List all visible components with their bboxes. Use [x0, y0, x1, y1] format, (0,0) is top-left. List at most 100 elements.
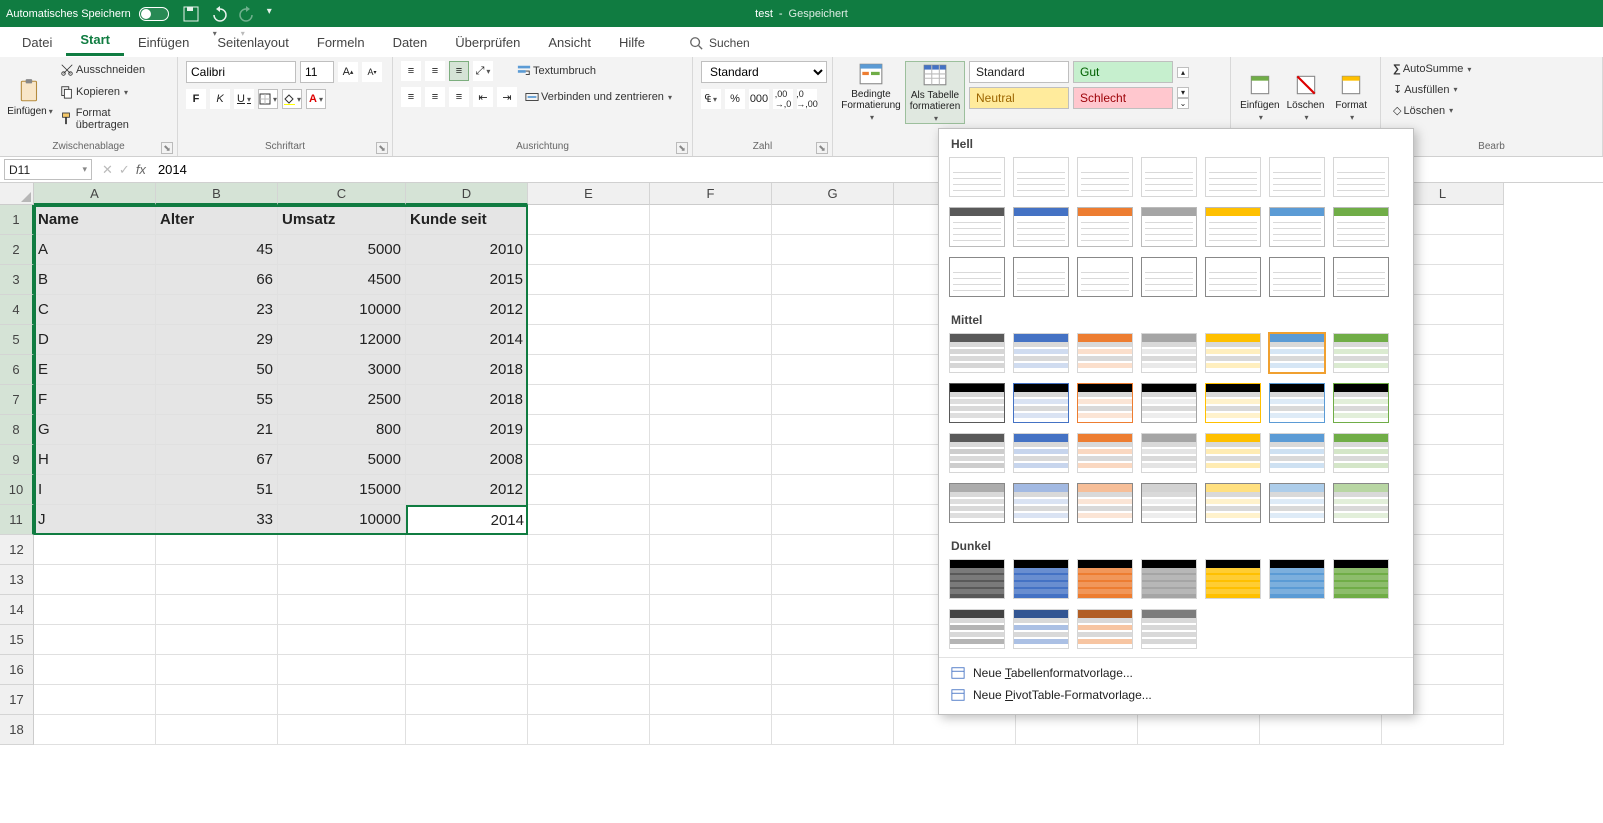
- table-style-thumb[interactable]: [1269, 157, 1325, 197]
- table-style-thumb[interactable]: [1077, 483, 1133, 523]
- tab-hilfe[interactable]: Hilfe: [605, 29, 659, 56]
- cell[interactable]: [772, 535, 894, 565]
- table-style-thumb[interactable]: [1333, 257, 1389, 297]
- conditional-formatting-button[interactable]: Bedingte Formatierung: [841, 61, 901, 122]
- cell[interactable]: 2014: [406, 325, 528, 355]
- table-style-thumb[interactable]: [1077, 609, 1133, 649]
- cell[interactable]: [528, 295, 650, 325]
- tab-ansicht[interactable]: Ansicht: [534, 29, 605, 56]
- cell[interactable]: [528, 355, 650, 385]
- align-right-button[interactable]: ≡: [449, 87, 469, 107]
- cell[interactable]: [156, 565, 278, 595]
- table-style-thumb[interactable]: [1333, 333, 1389, 373]
- tab-formeln[interactable]: Formeln: [303, 29, 379, 56]
- cell[interactable]: [34, 565, 156, 595]
- table-style-thumb[interactable]: [949, 157, 1005, 197]
- table-style-thumb[interactable]: [1013, 257, 1069, 297]
- table-style-thumb[interactable]: [1141, 609, 1197, 649]
- row-header[interactable]: 4: [0, 295, 34, 325]
- cell[interactable]: [528, 535, 650, 565]
- cell[interactable]: H: [34, 445, 156, 475]
- cell[interactable]: [528, 595, 650, 625]
- clear-button[interactable]: ◇Löschen: [1389, 102, 1594, 119]
- decrease-font-button[interactable]: A▾: [362, 62, 382, 82]
- table-style-thumb[interactable]: [1333, 559, 1389, 599]
- cell[interactable]: [772, 265, 894, 295]
- cell[interactable]: I: [34, 475, 156, 505]
- cell[interactable]: F: [34, 385, 156, 415]
- table-style-thumb[interactable]: [1013, 383, 1069, 423]
- cell[interactable]: [34, 625, 156, 655]
- alignment-dialog-launcher[interactable]: ⬊: [676, 142, 688, 154]
- table-style-thumb[interactable]: [1205, 383, 1261, 423]
- cell[interactable]: [528, 205, 650, 235]
- redo-icon[interactable]: [239, 6, 255, 22]
- cell[interactable]: 23: [156, 295, 278, 325]
- tab-start[interactable]: Start: [66, 26, 124, 56]
- cell[interactable]: [528, 445, 650, 475]
- table-style-thumb[interactable]: [1141, 207, 1197, 247]
- autosave-toggle[interactable]: [139, 7, 169, 21]
- cell[interactable]: [772, 475, 894, 505]
- table-style-thumb[interactable]: [1013, 483, 1069, 523]
- align-left-button[interactable]: ≡: [401, 87, 421, 107]
- cell[interactable]: 2012: [406, 475, 528, 505]
- column-header[interactable]: G: [772, 183, 894, 205]
- paste-button[interactable]: Einfügen: [8, 78, 52, 117]
- cell[interactable]: [650, 385, 772, 415]
- cell[interactable]: 50: [156, 355, 278, 385]
- tab-datei[interactable]: Datei: [8, 29, 66, 56]
- table-style-thumb[interactable]: [1077, 559, 1133, 599]
- table-style-thumb[interactable]: [1077, 383, 1133, 423]
- cell[interactable]: [772, 505, 894, 535]
- table-style-thumb[interactable]: [1333, 157, 1389, 197]
- cell[interactable]: [772, 385, 894, 415]
- cell[interactable]: [1138, 715, 1260, 745]
- fill-button[interactable]: ↧Ausfüllen: [1389, 81, 1594, 98]
- table-style-thumb[interactable]: [1205, 157, 1261, 197]
- table-style-thumb[interactable]: [949, 333, 1005, 373]
- table-style-thumb[interactable]: [949, 383, 1005, 423]
- column-header[interactable]: E: [528, 183, 650, 205]
- percent-button[interactable]: %: [725, 89, 745, 109]
- row-header[interactable]: 10: [0, 475, 34, 505]
- cell[interactable]: [34, 685, 156, 715]
- cell[interactable]: 2018: [406, 355, 528, 385]
- format-as-table-button[interactable]: Als Tabelle formatieren: [905, 61, 965, 124]
- cell[interactable]: [772, 205, 894, 235]
- cell[interactable]: 5000: [278, 235, 406, 265]
- cell[interactable]: B: [34, 265, 156, 295]
- align-top-button[interactable]: ≡: [401, 61, 421, 81]
- delete-cells-button[interactable]: Löschen: [1285, 72, 1327, 122]
- cell[interactable]: [156, 685, 278, 715]
- cell[interactable]: E: [34, 355, 156, 385]
- tab-einfügen[interactable]: Einfügen: [124, 29, 203, 56]
- new-pivot-style-item[interactable]: Neue PivotTable-Formatvorlage...: [939, 684, 1413, 706]
- cell[interactable]: [156, 625, 278, 655]
- table-style-thumb[interactable]: [1013, 333, 1069, 373]
- font-color-button[interactable]: A: [306, 89, 326, 109]
- cell[interactable]: Alter: [156, 205, 278, 235]
- cell[interactable]: 2010: [406, 235, 528, 265]
- cell[interactable]: 3000: [278, 355, 406, 385]
- table-style-thumb[interactable]: [1333, 207, 1389, 247]
- cell[interactable]: [772, 625, 894, 655]
- table-style-thumb[interactable]: [1141, 333, 1197, 373]
- column-header[interactable]: A: [34, 183, 156, 205]
- tab-daten[interactable]: Daten: [379, 29, 442, 56]
- save-icon[interactable]: [183, 6, 199, 22]
- cell[interactable]: 2500: [278, 385, 406, 415]
- cell[interactable]: [650, 595, 772, 625]
- row-header[interactable]: 14: [0, 595, 34, 625]
- row-header[interactable]: 7: [0, 385, 34, 415]
- name-box[interactable]: D11▾: [4, 159, 92, 180]
- column-header[interactable]: B: [156, 183, 278, 205]
- cell[interactable]: [34, 655, 156, 685]
- cell[interactable]: 800: [278, 415, 406, 445]
- cell[interactable]: G: [34, 415, 156, 445]
- table-style-thumb[interactable]: [1141, 157, 1197, 197]
- table-style-thumb[interactable]: [1141, 559, 1197, 599]
- font-name-input[interactable]: [186, 61, 296, 83]
- number-dialog-launcher[interactable]: ⬊: [816, 142, 828, 154]
- table-style-thumb[interactable]: [1333, 433, 1389, 473]
